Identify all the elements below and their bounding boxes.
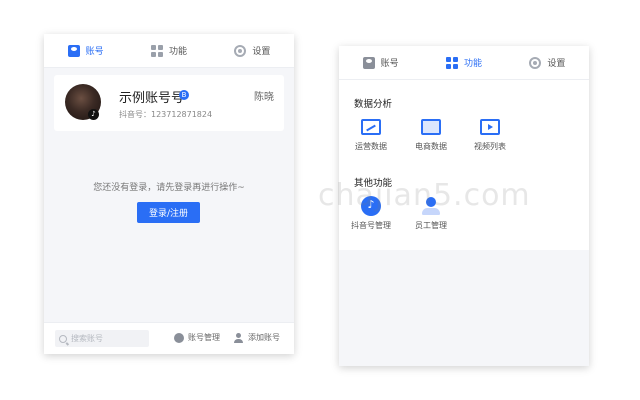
functions-panel: 账号 功能 设置 数据分析 运营数据 电商数据 视频列表 其他功能 抖音号管理 bbox=[339, 46, 589, 366]
login-register-button[interactable]: 登录/注册 bbox=[137, 202, 200, 223]
tiktok-icon: ♪ bbox=[88, 109, 99, 120]
tab-label: 功能 bbox=[168, 47, 187, 57]
panel-footer: 搜索账号 账号管理 添加账号 bbox=[44, 322, 294, 354]
account-name: 示例账号号 bbox=[119, 91, 185, 106]
tab-account[interactable]: 账号 bbox=[44, 34, 127, 67]
grid-icon bbox=[150, 44, 163, 57]
func-staff-manage[interactable]: 员工管理 bbox=[406, 196, 456, 231]
tab-bar: 账号 功能 设置 bbox=[44, 34, 294, 68]
account-nickname: 陈晓 bbox=[254, 92, 274, 103]
func-label: 电商数据 bbox=[415, 142, 447, 151]
grid-icon bbox=[445, 56, 458, 69]
section-title-data-analysis: 数据分析 bbox=[354, 99, 393, 110]
line-chart-icon bbox=[361, 119, 381, 135]
video-list-icon bbox=[480, 119, 500, 135]
tab-bar: 账号 功能 设置 bbox=[339, 46, 589, 80]
functions-body: 数据分析 运营数据 电商数据 视频列表 其他功能 抖音号管理 员工管理 bbox=[339, 80, 589, 250]
search-icon bbox=[59, 334, 67, 343]
tab-label: 设置 bbox=[547, 59, 566, 69]
gear-icon bbox=[234, 44, 247, 57]
search-input[interactable]: 搜索账号 bbox=[55, 330, 149, 347]
func-ecommerce-data[interactable]: 电商数据 bbox=[406, 119, 456, 152]
account-manage-button[interactable]: 账号管理 bbox=[174, 332, 220, 343]
func-video-list[interactable]: 视频列表 bbox=[465, 119, 515, 152]
tiktok-icon bbox=[361, 196, 381, 216]
add-user-icon bbox=[234, 332, 244, 343]
account-circle-icon bbox=[174, 332, 184, 343]
func-label: 运营数据 bbox=[355, 142, 387, 151]
func-operation-data[interactable]: 运营数据 bbox=[346, 119, 396, 152]
tab-account[interactable]: 账号 bbox=[339, 46, 422, 79]
func-label: 视频列表 bbox=[474, 142, 506, 151]
account-card[interactable]: ♪ 示例账号号 B 抖音号：123712871824 陈晓 bbox=[54, 75, 284, 131]
user-icon bbox=[67, 44, 80, 57]
tab-settings[interactable]: 设置 bbox=[506, 46, 589, 79]
tab-functions[interactable]: 功能 bbox=[127, 34, 210, 67]
tab-label: 账号 bbox=[85, 47, 104, 57]
tab-functions[interactable]: 功能 bbox=[422, 46, 505, 79]
tab-settings[interactable]: 设置 bbox=[211, 34, 294, 67]
func-douyin-account-manage[interactable]: 抖音号管理 bbox=[346, 196, 396, 231]
add-account-label: 添加账号 bbox=[248, 333, 280, 342]
verified-badge-icon: B bbox=[179, 90, 189, 100]
search-placeholder: 搜索账号 bbox=[71, 334, 103, 343]
func-label: 抖音号管理 bbox=[351, 221, 391, 230]
section-title-other: 其他功能 bbox=[354, 178, 393, 189]
account-manage-label: 账号管理 bbox=[188, 333, 220, 342]
tab-label: 功能 bbox=[463, 59, 482, 69]
user-icon bbox=[362, 56, 375, 69]
gear-icon bbox=[529, 56, 542, 69]
login-message: 您还没有登录，请先登录再进行操作~ bbox=[93, 183, 245, 193]
staff-icon bbox=[421, 196, 441, 216]
account-panel: 账号 功能 设置 ♪ 示例账号号 B 抖音号：123712871824 陈晓 您… bbox=[44, 34, 294, 354]
func-label: 员工管理 bbox=[415, 221, 447, 230]
tab-label: 设置 bbox=[252, 47, 271, 57]
douyin-id: 抖音号：123712871824 bbox=[119, 110, 213, 119]
shop-data-icon bbox=[421, 119, 441, 135]
tab-label: 账号 bbox=[380, 59, 399, 69]
add-account-button[interactable]: 添加账号 bbox=[234, 332, 280, 343]
